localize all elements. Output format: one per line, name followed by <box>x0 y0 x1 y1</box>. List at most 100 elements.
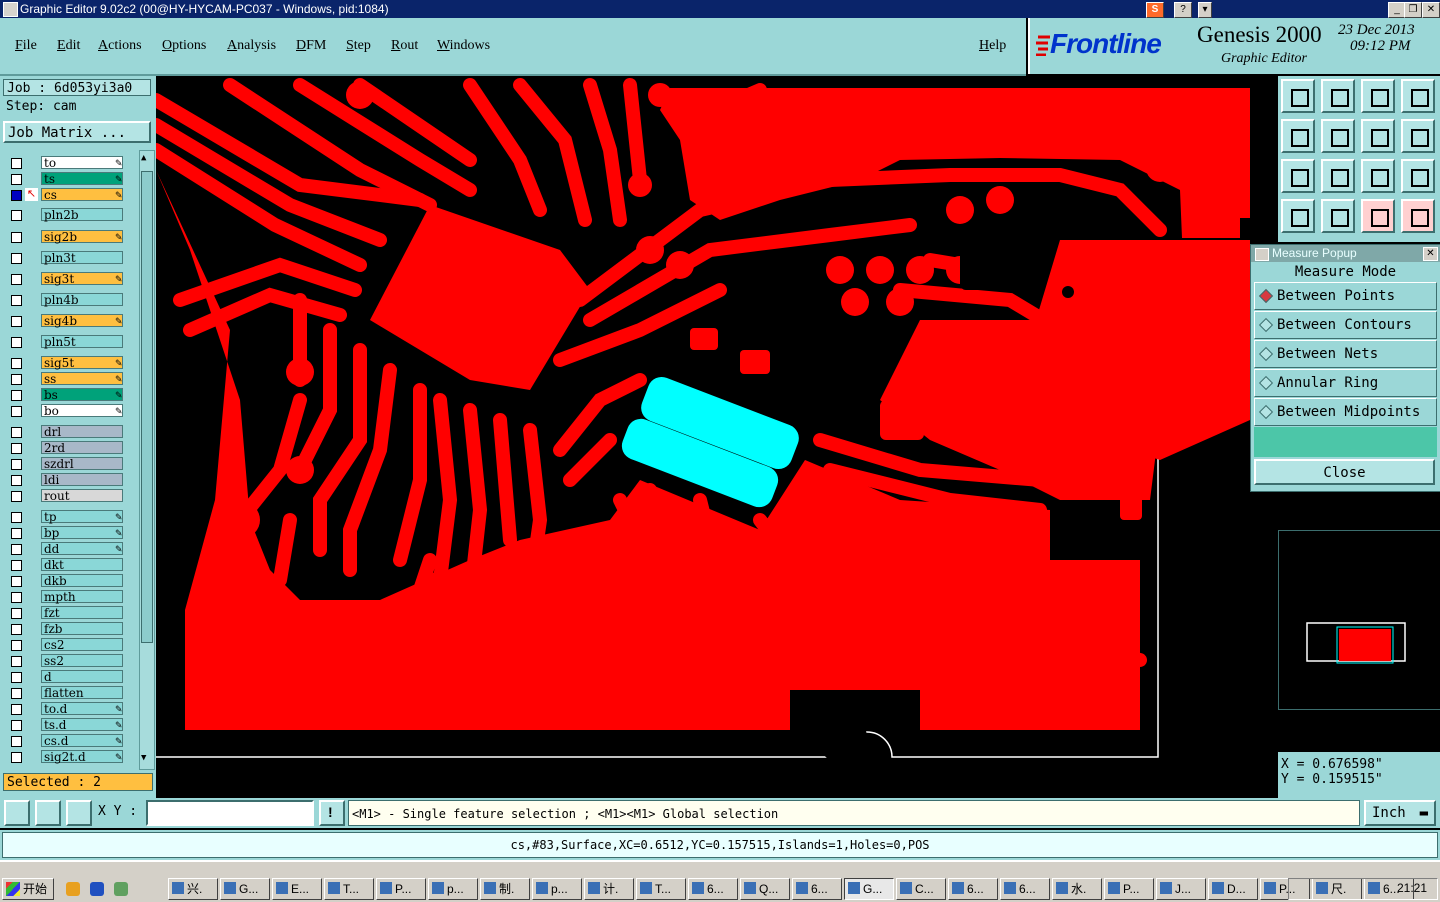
layer-checkbox[interactable] <box>11 672 22 683</box>
layer-checkbox[interactable] <box>11 512 22 523</box>
layer-checkbox[interactable] <box>11 158 22 169</box>
line-tool-icon[interactable] <box>35 800 61 826</box>
layer-name[interactable]: sig2t.d <box>41 750 123 764</box>
layer-checkbox[interactable] <box>11 720 22 731</box>
taskbar-item[interactable]: 兴. <box>168 878 218 900</box>
layer-name[interactable]: pln2b <box>41 208 123 222</box>
layer-checkbox[interactable] <box>11 316 22 327</box>
layer-row-to[interactable]: to ✎ <box>6 156 124 170</box>
taskbar-item[interactable]: E... <box>272 878 322 900</box>
layer-checkbox[interactable] <box>11 752 22 763</box>
taskbar-item[interactable]: G... <box>220 878 270 900</box>
pcb-artwork[interactable] <box>156 76 1278 798</box>
layer-name[interactable]: ldi <box>41 473 123 487</box>
layer-name[interactable]: sig4b <box>41 314 123 328</box>
grid-tool-icon[interactable] <box>66 800 92 826</box>
layer-name[interactable]: bo <box>41 404 123 418</box>
layer-checkbox[interactable] <box>11 174 22 185</box>
layer-row-pln4b[interactable]: pln4b <box>6 293 124 307</box>
tool-net-icon[interactable] <box>1361 199 1395 233</box>
layer-name[interactable]: sig5t <box>41 356 123 370</box>
layer-name[interactable]: fzb <box>41 622 123 636</box>
tool-pan-left-icon[interactable] <box>1281 119 1315 153</box>
layer-checkbox[interactable] <box>11 190 22 201</box>
taskbar-item[interactable]: p... <box>532 878 582 900</box>
taskbar-item[interactable]: 水. <box>1052 878 1102 900</box>
layer-row-d[interactable]: d <box>6 670 124 684</box>
menu-windows[interactable]: Windows <box>437 38 490 54</box>
layer-row-ldi[interactable]: ldi <box>6 473 124 487</box>
taskbar-item[interactable]: p... <box>428 878 478 900</box>
maximize-button[interactable]: ❐ <box>1404 2 1422 18</box>
taskbar-item[interactable]: T... <box>324 878 374 900</box>
layer-checkbox[interactable] <box>11 427 22 438</box>
layer-name[interactable]: to <box>41 156 123 170</box>
taskbar-item[interactable]: 制. <box>480 878 530 900</box>
select-tool-icon[interactable] <box>4 800 30 826</box>
layer-row-bo[interactable]: bo ✎ <box>6 404 124 418</box>
layer-row-to.d[interactable]: to.d ✎ <box>6 702 124 716</box>
layer-name[interactable]: bs <box>41 388 123 402</box>
layer-name[interactable]: ts <box>41 172 123 186</box>
layer-row-ss2[interactable]: ss2 <box>6 654 124 668</box>
layer-row-bp[interactable]: bp ✎ <box>6 526 124 540</box>
layer-name[interactable]: dd <box>41 542 123 556</box>
layer-name[interactable]: rout <box>41 489 123 503</box>
mode-annular-ring[interactable]: Annular Ring <box>1254 369 1437 397</box>
layer-name[interactable]: cs <box>41 188 123 202</box>
tool-fit-icon[interactable] <box>1281 159 1315 193</box>
layer-row-sig2b[interactable]: sig2b ✎ <box>6 230 124 244</box>
layer-checkbox[interactable] <box>11 544 22 555</box>
tool-settings-icon[interactable] <box>1281 199 1315 233</box>
layer-name[interactable]: cs2 <box>41 638 123 652</box>
layer-name[interactable]: dkt <box>41 558 123 572</box>
layer-row-cs[interactable]: ↖ cs ✎ <box>6 188 124 202</box>
tool-net-highlight-icon[interactable] <box>1401 199 1435 233</box>
layer-row-ts[interactable]: ts ✎ <box>6 172 124 186</box>
layer-row-pln3t[interactable]: pln3t <box>6 251 124 265</box>
layer-name[interactable]: pln5t <box>41 335 123 349</box>
xy-input[interactable] <box>146 800 314 826</box>
layer-name[interactable]: to.d <box>41 702 123 716</box>
layer-row-pln5t[interactable]: pln5t <box>6 335 124 349</box>
overview-map[interactable] <box>1278 530 1440 710</box>
layer-checkbox[interactable] <box>11 624 22 635</box>
layer-row-flatten[interactable]: flatten <box>6 686 124 700</box>
quicklaunch-browser-icon[interactable] <box>90 882 104 896</box>
layer-checkbox[interactable] <box>11 688 22 699</box>
layer-checkbox[interactable] <box>11 210 22 221</box>
layer-row-sig4b[interactable]: sig4b ✎ <box>6 314 124 328</box>
chevron-down-icon[interactable]: ▾ <box>1198 2 1212 18</box>
layer-name[interactable]: sig2b <box>41 230 123 244</box>
taskbar-item[interactable]: P... <box>1104 878 1154 900</box>
layer-row-tp[interactable]: tp ✎ <box>6 510 124 524</box>
layer-checkbox[interactable] <box>11 390 22 401</box>
layer-row-fzb[interactable]: fzb <box>6 622 124 636</box>
layer-checkbox[interactable] <box>11 528 22 539</box>
layer-checkbox[interactable] <box>11 592 22 603</box>
layer-checkbox[interactable] <box>11 459 22 470</box>
taskbar-item[interactable]: T... <box>636 878 686 900</box>
layer-name[interactable]: drl <box>41 425 123 439</box>
tool-mirror-icon[interactable] <box>1361 119 1395 153</box>
layer-name[interactable]: cs.d <box>41 734 123 748</box>
tool-query-icon[interactable] <box>1401 159 1435 193</box>
layer-row-cs2[interactable]: cs2 <box>6 638 124 652</box>
scroll-down-icon[interactable]: ▼ <box>141 753 151 765</box>
layer-checkbox[interactable] <box>11 295 22 306</box>
ime-icon[interactable]: S <box>1146 2 1164 18</box>
tool-pan-right-icon[interactable] <box>1321 119 1355 153</box>
layer-checkbox[interactable] <box>11 491 22 502</box>
layer-row-2rd[interactable]: 2rd <box>6 441 124 455</box>
job-matrix-button[interactable]: Job Matrix ... <box>3 121 151 143</box>
layer-row-drl[interactable]: drl <box>6 425 124 439</box>
layer-name[interactable]: fzt <box>41 606 123 620</box>
tool-center-icon[interactable] <box>1321 159 1355 193</box>
menu-rout[interactable]: Rout <box>391 38 418 54</box>
layer-name[interactable]: sig3t <box>41 272 123 286</box>
layer-row-mpth[interactable]: mpth <box>6 590 124 604</box>
mode-between-midpoints[interactable]: Between Midpoints <box>1254 398 1437 426</box>
tool-scale-icon[interactable] <box>1361 159 1395 193</box>
alert-icon[interactable]: ! <box>319 800 345 826</box>
layer-row-ts.d[interactable]: ts.d ✎ <box>6 718 124 732</box>
